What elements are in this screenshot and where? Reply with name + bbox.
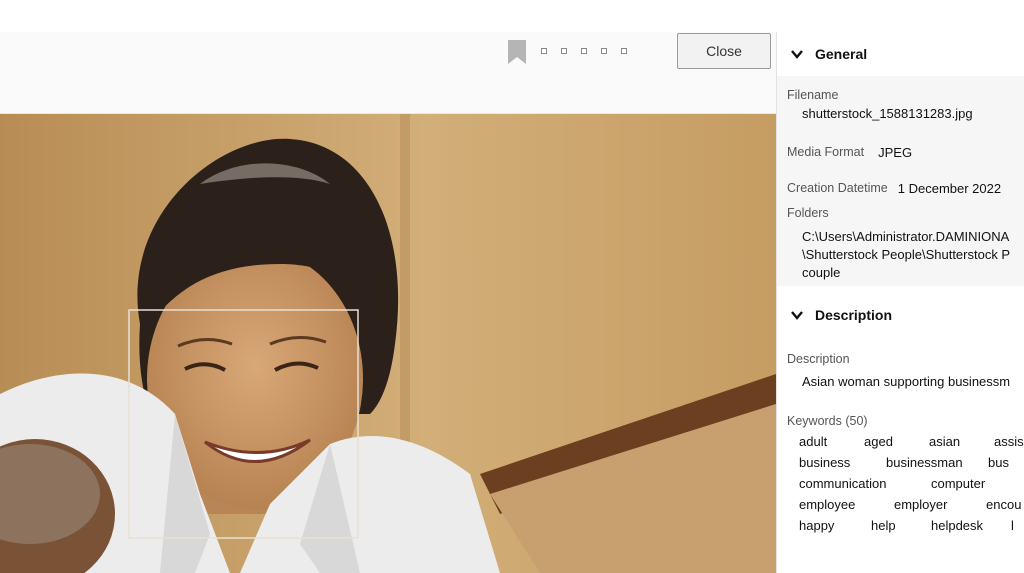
description-value[interactable]: Asian woman supporting businessm — [787, 372, 1024, 412]
folders-label: Folders — [787, 206, 829, 220]
image-viewer: Close — [0, 32, 776, 573]
properties-panel: General Filename shutterstock_1588131283… — [776, 32, 1024, 573]
keyword-tag[interactable]: help — [871, 518, 931, 533]
keyword-row: adult aged asian assis — [799, 431, 1024, 452]
chevron-down-icon — [791, 50, 803, 59]
description-section: Description Asian woman supporting busin… — [777, 330, 1024, 540]
keyword-tag[interactable]: businessman — [886, 455, 988, 470]
keywords-label: Keywords (50) — [787, 414, 868, 428]
page-dot[interactable] — [541, 48, 547, 54]
keyword-tag[interactable]: computer — [931, 476, 1011, 491]
keyword-row: happy help helpdesk l — [799, 515, 1024, 536]
section-divider — [777, 286, 1024, 300]
keyword-tag[interactable]: happy — [799, 518, 871, 533]
filename-label: Filename — [787, 88, 839, 102]
description-label: Description — [787, 352, 850, 366]
keyword-tag[interactable]: l — [1011, 518, 1014, 533]
creation-datetime-value[interactable]: 1 December 2022 — [898, 181, 1001, 196]
description-section-title: Description — [815, 307, 893, 323]
bookmark-icon[interactable] — [508, 40, 526, 64]
viewer-toolbar: Close — [0, 32, 776, 114]
top-strip — [0, 0, 1024, 32]
keyword-row: business businessman bus — [799, 452, 1024, 473]
general-section-title: General — [815, 46, 868, 62]
keyword-tag[interactable]: helpdesk — [931, 518, 1011, 533]
keyword-tag[interactable]: assis — [994, 434, 1024, 449]
page-dot[interactable] — [621, 48, 627, 54]
page-dot[interactable] — [581, 48, 587, 54]
creation-datetime-label: Creation Datetime — [787, 181, 888, 195]
folders-line[interactable]: \Shutterstock People\Shutterstock P — [787, 246, 1024, 264]
folders-line[interactable]: C:\Users\Administrator.DAMINIONA — [787, 228, 1024, 246]
folders-line[interactable]: couple — [787, 264, 1024, 282]
page-dot[interactable] — [601, 48, 607, 54]
description-section-header[interactable]: Description — [777, 300, 1024, 330]
media-format-row: Media Format JPEG — [787, 134, 1024, 170]
keyword-tag[interactable]: asian — [929, 434, 994, 449]
keyword-tag[interactable]: employee — [799, 497, 894, 512]
media-format-label: Media Format — [787, 145, 865, 159]
keyword-tag[interactable]: communication — [799, 476, 931, 491]
keyword-tag[interactable]: adult — [799, 434, 864, 449]
keywords-list: adult aged asian assis business business… — [787, 431, 1024, 536]
photo-illustration — [0, 114, 776, 573]
keyword-row: employee employer encou — [799, 494, 1024, 515]
general-section-header[interactable]: General — [777, 32, 1024, 76]
keyword-tag[interactable]: business — [799, 455, 886, 470]
page-indicator — [541, 48, 627, 54]
keyword-tag[interactable]: employer — [894, 497, 986, 512]
close-button[interactable]: Close — [677, 33, 771, 69]
preview-image — [0, 114, 776, 573]
keyword-row: communication computer — [799, 473, 1024, 494]
page-dot[interactable] — [561, 48, 567, 54]
keyword-tag[interactable]: encou — [986, 497, 1021, 512]
keyword-tag[interactable]: bus — [988, 455, 1009, 470]
general-section: Filename shutterstock_1588131283.jpg Med… — [777, 76, 1024, 286]
filename-value[interactable]: shutterstock_1588131283.jpg — [787, 104, 1024, 134]
creation-datetime-row: Creation Datetime 1 December 2022 — [787, 170, 1024, 206]
media-format-value[interactable]: JPEG — [878, 145, 912, 160]
chevron-down-icon — [791, 311, 803, 320]
keyword-tag[interactable]: aged — [864, 434, 929, 449]
